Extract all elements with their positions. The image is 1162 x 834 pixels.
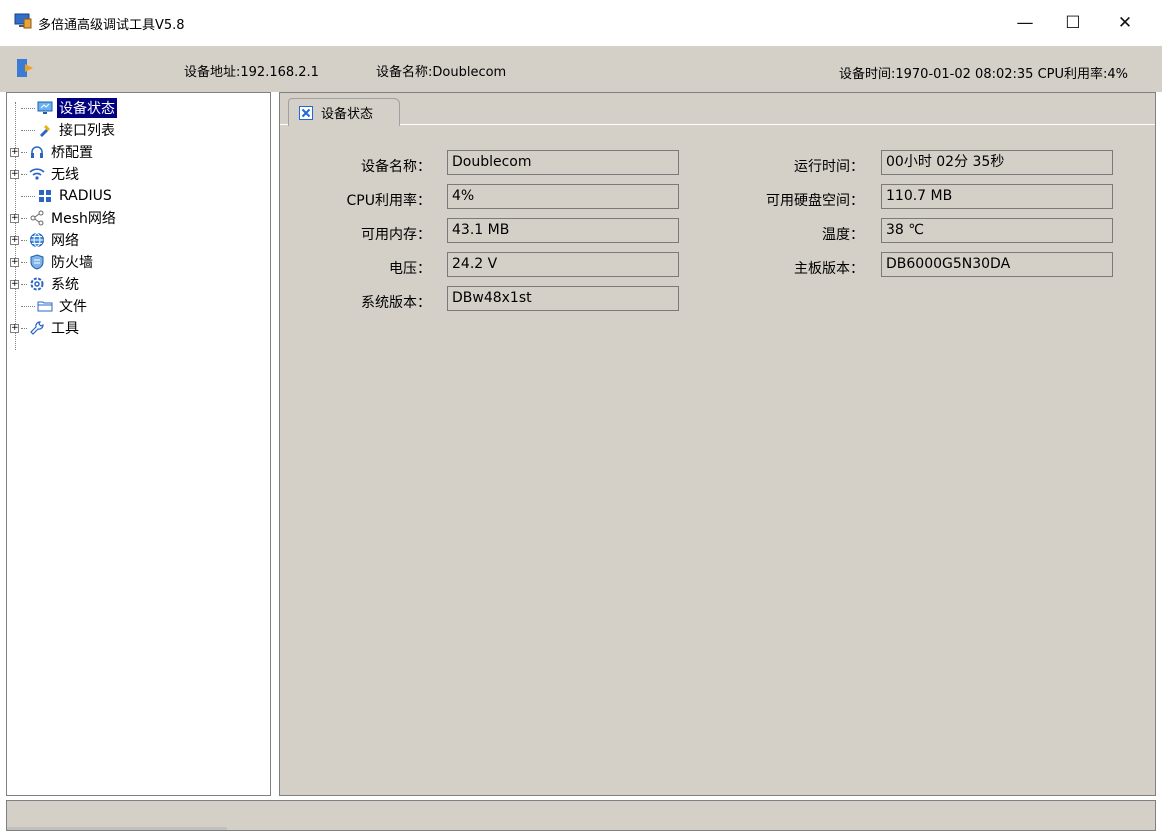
content-pane: 设备状态 设备名称： Doublecom CPU利用率： 4% 可用内存： 43… (279, 92, 1156, 796)
plug-icon (37, 122, 53, 138)
expand-icon[interactable]: + (10, 257, 19, 267)
globe-icon (29, 232, 45, 248)
tree-item-label: Mesh网络 (51, 211, 116, 227)
tree-item-label: 接口列表 (59, 123, 115, 139)
wrench-icon (29, 320, 45, 336)
headset-icon (29, 144, 45, 160)
minimize-button[interactable]: — (1002, 0, 1048, 46)
grid-icon (37, 188, 53, 204)
system-version-label: 系统版本： (361, 295, 431, 311)
device-name-label: 设备名称： (361, 159, 431, 175)
tree-item-label: 文件 (59, 299, 87, 315)
tree-item-wireless[interactable]: + 无线 (7, 164, 81, 184)
tree-item-label: 网络 (51, 233, 79, 249)
device-name-field[interactable]: Doublecom (447, 150, 679, 175)
folder-icon (37, 298, 53, 314)
tree-item-mesh[interactable]: + Mesh网络 (7, 208, 118, 228)
tree-item-network[interactable]: + 网络 (7, 230, 81, 250)
tree-item-tools[interactable]: + 工具 (7, 318, 81, 338)
device-address: 设备地址:192.168.2.1 (184, 65, 319, 80)
free-memory-field[interactable]: 43.1 MB (447, 218, 679, 243)
tree-item-label: 工具 (51, 321, 79, 337)
exit-icon[interactable] (14, 57, 36, 79)
tree-item-label: 无线 (51, 167, 79, 183)
tree-item-firewall[interactable]: + 防火墙 (7, 252, 95, 272)
temperature-label: 温度： (822, 227, 864, 243)
tree-item-radius[interactable]: RADIUS (7, 186, 114, 206)
expand-icon[interactable]: + (10, 279, 19, 289)
device-time-cpu: 设备时间:1970-01-02 08:02:35 CPU利用率:4% (838, 67, 1128, 82)
tab-device-status[interactable]: 设备状态 (288, 98, 400, 126)
tree-item-files[interactable]: 文件 (7, 296, 89, 316)
tree-item-label: 桥配置 (51, 145, 93, 161)
cpu-usage-field[interactable]: 4% (447, 184, 679, 209)
tab-strip-line (280, 124, 1155, 125)
expand-icon[interactable]: + (10, 169, 19, 179)
free-disk-field[interactable]: 110.7 MB (881, 184, 1113, 209)
board-version-field[interactable]: DB6000G5N30DA (881, 252, 1113, 277)
tab-label: 设备状态 (321, 107, 374, 122)
board-version-label: 主板版本： (794, 261, 864, 277)
nav-tree: 设备状态 接口列表 + 桥配置 + 无线 RADIUS + Mesh网络 + 网… (6, 92, 271, 796)
expand-icon[interactable]: + (10, 147, 19, 157)
status-progress-track (7, 827, 227, 830)
cpu-usage-label: CPU利用率： (346, 193, 431, 209)
voltage-field[interactable]: 24.2 V (447, 252, 679, 277)
status-bar (6, 800, 1156, 831)
expand-icon[interactable]: + (10, 213, 19, 223)
gear-icon (29, 276, 45, 292)
uptime-field[interactable]: 00小时 02分 35秒 (881, 150, 1113, 175)
wifi-icon (29, 166, 45, 182)
voltage-label: 电压： (389, 261, 431, 277)
temperature-field[interactable]: 38 ℃ (881, 218, 1113, 243)
system-version-field[interactable]: DBw48x1st (447, 286, 679, 311)
shield-icon (29, 254, 45, 270)
expand-icon[interactable]: + (10, 235, 19, 245)
monitor-app-icon (14, 13, 32, 29)
tree-item-system[interactable]: + 系统 (7, 274, 81, 294)
maximize-button[interactable]: ☐ (1050, 0, 1096, 46)
share-icon (29, 210, 45, 226)
window-title: 多倍通高级调试工具V5.8 (38, 18, 185, 33)
tree-item-label: 防火墙 (51, 255, 93, 271)
tree-item-label: 设备状态 (57, 98, 117, 118)
tree-item-label: RADIUS (59, 188, 112, 204)
uptime-label: 运行时间： (794, 159, 864, 175)
tree-item-label: 系统 (51, 277, 79, 293)
monitor-icon (37, 100, 53, 116)
free-disk-label: 可用硬盘空间： (766, 193, 864, 209)
free-memory-label: 可用内存： (361, 227, 431, 243)
tree-item-bridge-config[interactable]: + 桥配置 (7, 142, 95, 162)
close-icon[interactable] (299, 105, 313, 120)
tree-item-interface-list[interactable]: 接口列表 (7, 120, 117, 140)
device-name: 设备名称:Doublecom (376, 65, 507, 80)
expand-icon[interactable]: + (10, 323, 19, 333)
title-bar: 多倍通高级调试工具V5.8 — ☐ ✕ (0, 0, 1162, 46)
close-button[interactable]: ✕ (1102, 0, 1148, 46)
device-info-bar: 设备地址:192.168.2.1 设备名称:Doublecom 设备时间:197… (0, 46, 1162, 92)
tree-item-device-status[interactable]: 设备状态 (7, 98, 117, 118)
